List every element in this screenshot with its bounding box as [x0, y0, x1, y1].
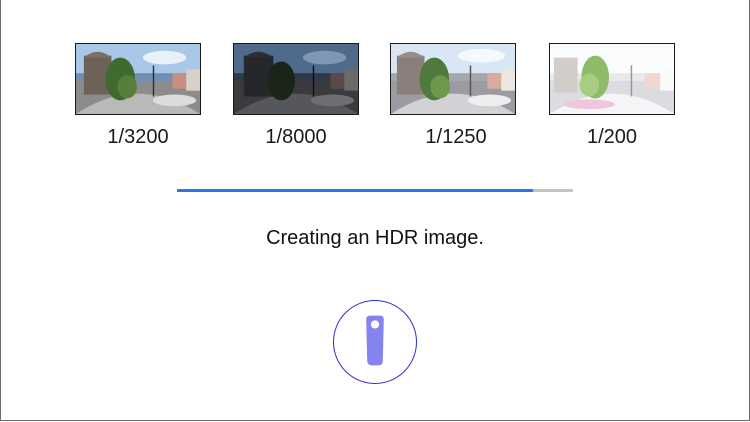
panorama-image [234, 44, 358, 114]
exposure-thumbnail-4[interactable] [549, 43, 675, 115]
exposure-thumbnail-2[interactable] [233, 43, 359, 115]
progress-fill [177, 189, 534, 192]
panorama-image [76, 44, 200, 114]
exposure-thumbnail-1[interactable] [75, 43, 201, 115]
exposure-label-4: 1/200 [586, 126, 638, 148]
exposure-label-2: 1/8000 [265, 126, 327, 148]
exposure-thumbnail-3[interactable] [390, 43, 516, 115]
status-message: Creating an HDR image. [266, 227, 484, 249]
exposure-label-1: 1/3200 [107, 126, 169, 148]
progress-bar [177, 189, 573, 192]
360-camera-icon [366, 315, 384, 366]
exposure-thumbnails: 1/3200 1/8000 1/1250 1/200 [0, 0, 750, 160]
panorama-image [391, 44, 515, 114]
exposure-label-3: 1/1250 [425, 126, 487, 148]
camera-button[interactable] [333, 300, 417, 384]
panorama-image [550, 44, 674, 114]
